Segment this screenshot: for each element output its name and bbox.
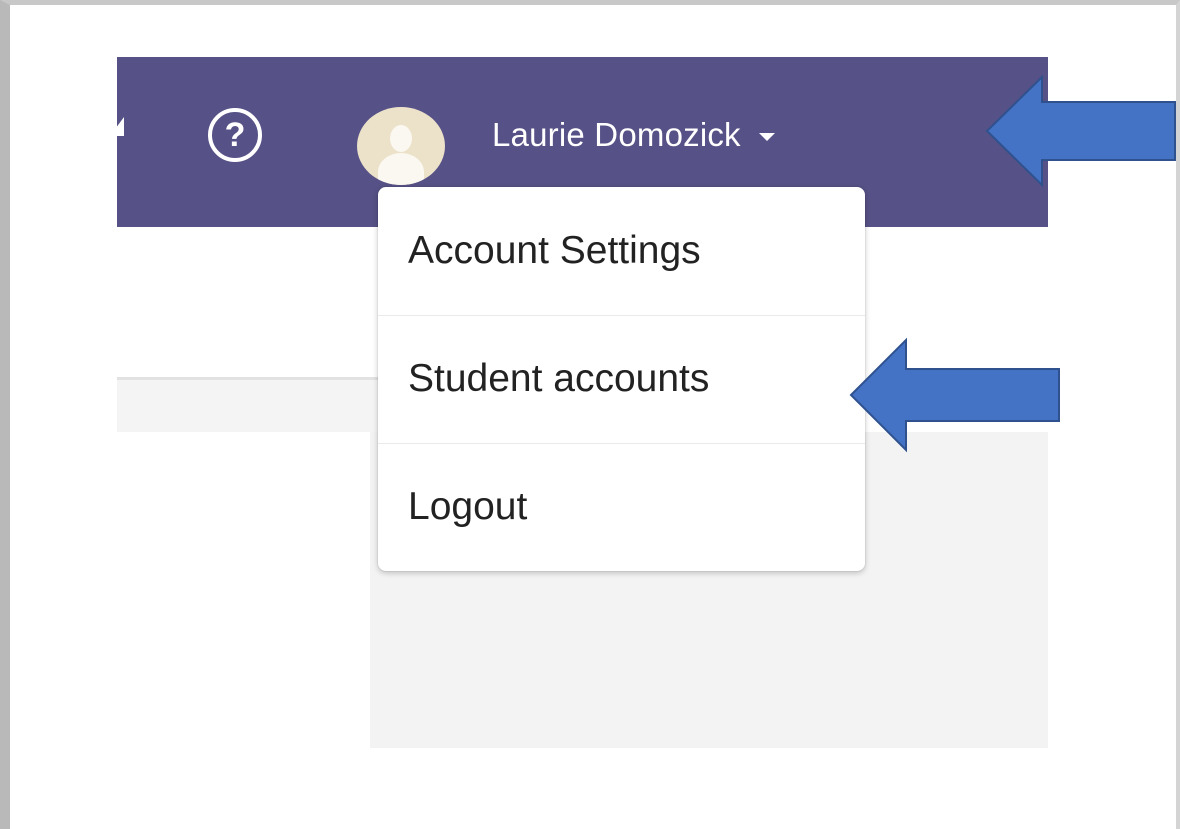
help-icon[interactable]: ? (208, 108, 262, 162)
menu-item-label: Student accounts (408, 357, 710, 400)
arrow-left-shape (985, 74, 1176, 188)
menu-item-logout[interactable]: Logout (378, 443, 865, 571)
avatar-head-shape (390, 125, 412, 152)
menu-item-label: Logout (408, 485, 528, 528)
avatar[interactable] (357, 107, 445, 185)
user-name: Laurie Domozick (492, 116, 741, 153)
arrow-left-icon (985, 74, 1176, 188)
user-dropdown-menu: Account Settings Student accounts Logout (378, 187, 865, 571)
menu-item-account-settings[interactable]: Account Settings (378, 187, 865, 315)
caret-down-icon (758, 133, 775, 141)
arrow-left-icon (849, 337, 1060, 453)
user-menu-toggle[interactable]: Laurie Domozick (492, 110, 775, 160)
help-icon-glyph: ? (224, 116, 246, 154)
avatar-body-shape (378, 153, 424, 185)
menu-item-student-accounts[interactable]: Student accounts (378, 315, 865, 443)
menu-item-label: Account Settings (408, 229, 701, 272)
arrow-left-shape (849, 337, 1060, 453)
content-strip (117, 380, 378, 432)
